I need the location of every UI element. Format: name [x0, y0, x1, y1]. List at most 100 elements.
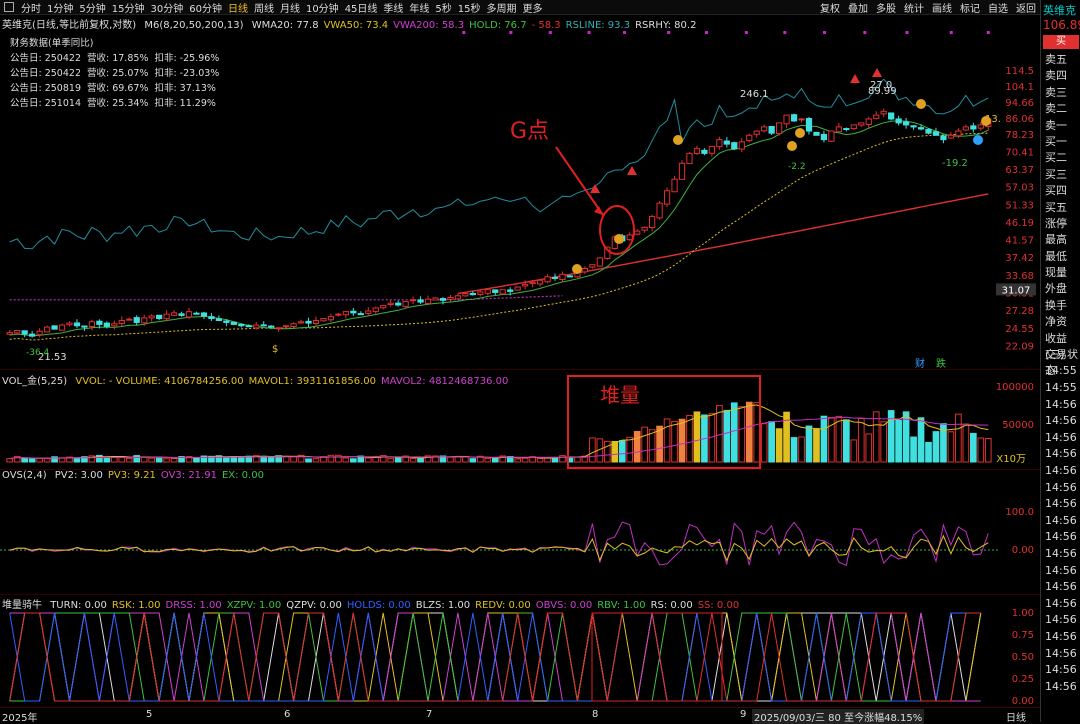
volume-bar — [394, 457, 402, 463]
candle-body — [656, 202, 663, 219]
quote-label: 卖三 — [1045, 85, 1067, 99]
tab-timeframe-10[interactable]: 45日线 — [342, 0, 381, 15]
candle-body — [73, 322, 81, 327]
tab-timeframe-3[interactable]: 15分钟 — [109, 0, 148, 15]
candle-body — [962, 126, 969, 131]
stock-price: 106.89 — [1043, 18, 1080, 32]
tab-timeframe-0[interactable]: 分时 — [18, 0, 44, 15]
tab-timeframe-4[interactable]: 30分钟 — [147, 0, 186, 15]
tool-button-3[interactable]: 统计 — [900, 0, 928, 15]
volume-bar — [872, 411, 880, 463]
tick-time: 14:56 — [1045, 513, 1077, 527]
event-badge — [795, 128, 805, 138]
candle-body — [753, 130, 760, 135]
volume-bar — [491, 457, 499, 463]
candle-body — [828, 130, 835, 142]
dlqn-tick: 1.00 — [1012, 608, 1034, 619]
tab-timeframe-2[interactable]: 5分钟 — [76, 0, 108, 15]
candle-body — [678, 162, 686, 180]
financial-rev: 营收: 25.07% — [87, 68, 149, 79]
signal-dot — [783, 31, 787, 34]
indicator-value: VVOL: - VOLUME: 4106784256.00 — [75, 376, 244, 387]
tab-timeframe-1[interactable]: 1分钟 — [44, 0, 76, 15]
price-tick: 51.33 — [1005, 200, 1034, 211]
tab-timeframe-11[interactable]: 季线 — [380, 0, 406, 15]
volume-bar — [170, 458, 178, 463]
event-badge — [614, 234, 624, 244]
volume-bar — [947, 431, 955, 463]
signal-triangle — [872, 68, 882, 77]
volume-bar — [730, 402, 738, 463]
tab-timeframe-16[interactable]: 更多 — [520, 0, 546, 15]
volume-bar — [813, 428, 820, 463]
financial-date: 公告日: 250819 — [10, 83, 81, 94]
candle-body — [230, 321, 237, 325]
vol-title: VOL_金(5,25) — [2, 376, 68, 387]
tab-timeframe-5[interactable]: 60分钟 — [186, 0, 225, 15]
candle-body — [888, 112, 895, 120]
indicator-value: - 58.3 — [531, 20, 561, 31]
candle-body — [925, 128, 932, 134]
dlqn-chart[interactable]: 1.00 0.75 0.50 0.25 0.00 — [0, 595, 1040, 707]
candle-body — [238, 323, 245, 327]
tool-button-4[interactable]: 画线 — [928, 0, 956, 15]
month-7: 7 — [426, 709, 433, 720]
tool-button-5[interactable]: 标记 — [956, 0, 984, 15]
volume-bar — [626, 436, 634, 463]
financial-row: 公告日: 251014 营收: 25.34% 扣非: 11.29% — [10, 96, 225, 111]
tool-button-6[interactable]: 自选 — [984, 0, 1012, 15]
candle-body — [462, 293, 469, 297]
tab-timeframe-12[interactable]: 年线 — [406, 0, 432, 15]
tab-timeframe-7[interactable]: 周线 — [251, 0, 277, 15]
tab-timeframe-8[interactable]: 月线 — [277, 0, 303, 15]
tab-timeframe-13[interactable]: 5秒 — [432, 0, 454, 15]
volume-bar — [6, 458, 14, 463]
financial-rev: 营收: 25.34% — [87, 98, 149, 109]
volume-bar — [103, 456, 111, 463]
ovs-chart[interactable]: 100.0 0.00 — [0, 470, 1040, 595]
tab-timeframe-6[interactable]: 日线 — [225, 0, 251, 15]
volume-bar — [155, 456, 163, 463]
vwa50-line — [9, 132, 989, 341]
volume-bar — [932, 431, 940, 463]
tool-button-2[interactable]: 多股 — [872, 0, 900, 15]
menu-icon[interactable] — [4, 2, 14, 12]
quote-label: 买四 — [1045, 184, 1067, 198]
financial-rev: 营收: 69.67% — [87, 83, 149, 94]
volume-bar — [768, 421, 775, 463]
buy-button[interactable]: 买 — [1043, 35, 1079, 49]
price-tick: 114.5 — [1005, 66, 1034, 77]
candle-body — [36, 330, 43, 336]
tab-timeframe-9[interactable]: 10分钟 — [303, 0, 342, 15]
indicator-name: M6(8,20,50,200,13) — [144, 20, 244, 31]
candle-body — [282, 325, 290, 328]
candle-body — [66, 322, 73, 326]
candle-body — [693, 148, 701, 155]
tool-button-0[interactable]: 复权 — [816, 0, 844, 15]
volume-bar — [865, 433, 873, 463]
tick-time: 14:56 — [1045, 629, 1077, 643]
volume-bar — [641, 426, 648, 463]
candle-body — [716, 139, 723, 148]
candle-body — [492, 289, 499, 293]
tab-timeframe-14[interactable]: 15秒 — [455, 0, 484, 15]
candle-body — [21, 330, 28, 335]
stock-name: 英维克 — [1043, 4, 1076, 17]
volume-bar — [678, 418, 686, 463]
candle-body — [761, 126, 768, 132]
tool-button-7[interactable]: 返回 — [1012, 0, 1040, 15]
tick-time: 14:56 — [1045, 530, 1077, 544]
time-axis: 2025年 5 6 7 8 9 2025/09/03/三 80 至今涨幅48.1… — [0, 707, 1040, 724]
indicator-value: PV3: 9.21 — [107, 470, 156, 481]
current-price-tag: 31.07 — [1002, 285, 1031, 296]
candle-body — [902, 121, 910, 126]
volume-bar — [267, 457, 275, 463]
candle-body — [663, 190, 671, 205]
tool-button-1[interactable]: 叠加 — [844, 0, 872, 15]
candle-body — [350, 310, 357, 314]
volume-bar — [469, 458, 477, 463]
indicator-value: TURN: 0.00 — [50, 600, 107, 611]
candle-body — [805, 118, 813, 132]
low-pct-label: -36.4 — [26, 348, 50, 358]
tab-timeframe-15[interactable]: 多周期 — [484, 0, 520, 15]
